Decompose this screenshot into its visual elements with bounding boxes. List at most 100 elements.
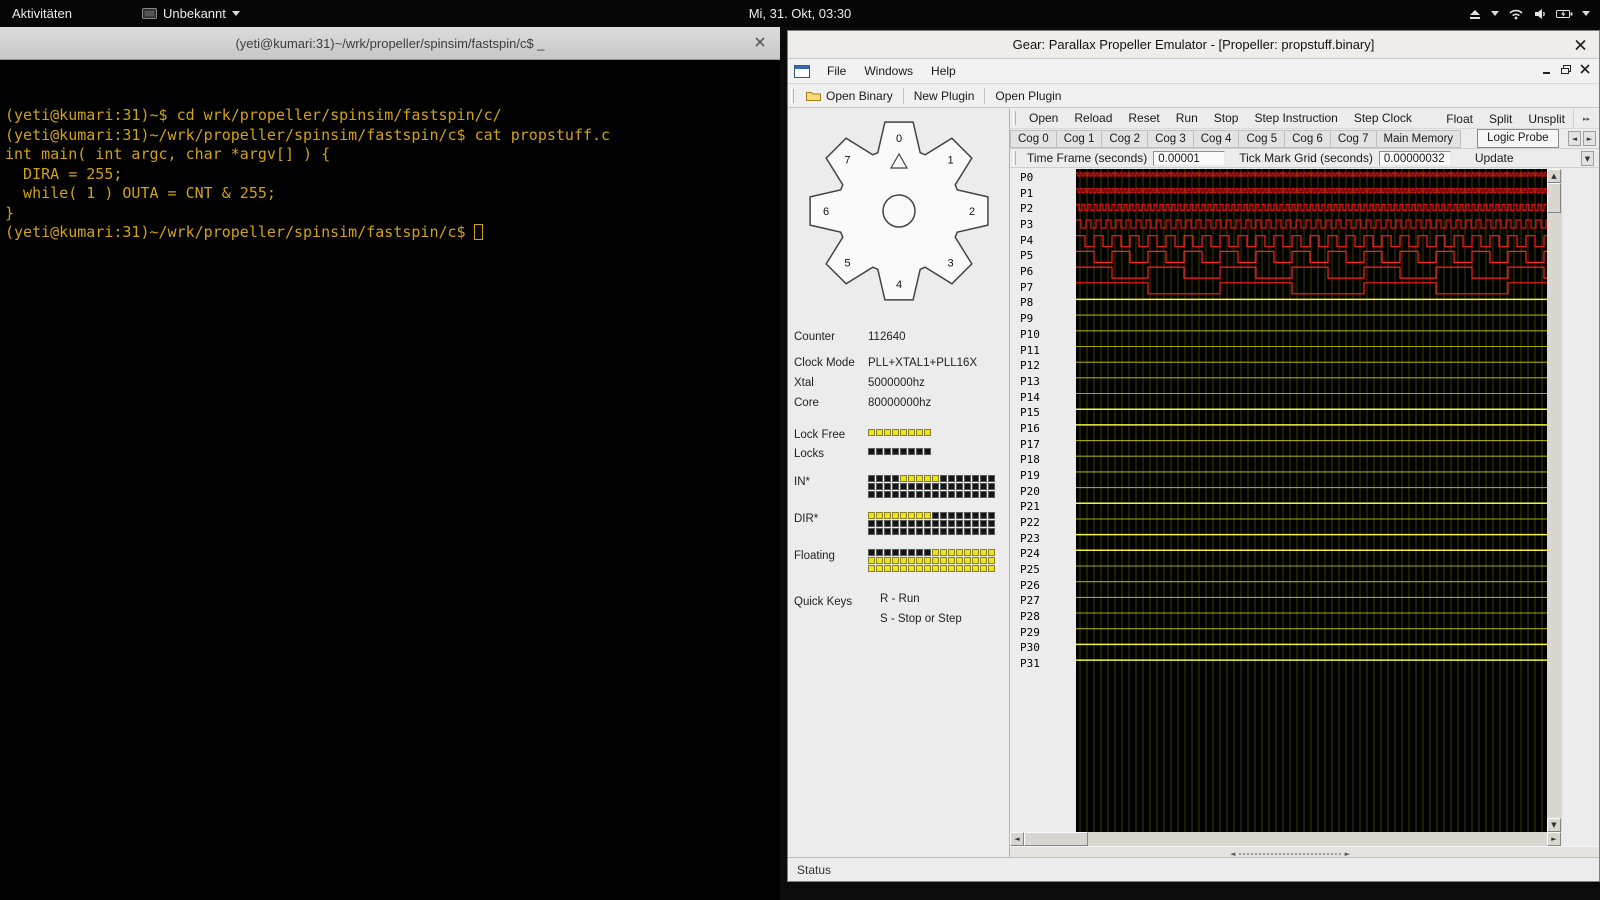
led <box>916 520 923 527</box>
time-frame-input[interactable]: 0.00001 <box>1153 151 1225 166</box>
led <box>972 549 979 556</box>
led <box>948 520 955 527</box>
button-split[interactable]: Split <box>1481 109 1520 129</box>
splitter-dots <box>1239 853 1340 855</box>
led <box>964 512 971 519</box>
led <box>956 475 963 482</box>
tab-cog-3[interactable]: Cog 3 <box>1147 130 1194 148</box>
led <box>884 429 891 436</box>
emulator-toolbar: OpenReloadResetRunStopStep InstructionSt… <box>1010 108 1599 129</box>
led <box>916 549 923 556</box>
waveform-canvas <box>1076 169 1547 832</box>
terminal-titlebar[interactable]: (yeti@kumari:31)~/wrk/propeller/spinsim/… <box>0 27 780 60</box>
toolbar-grip[interactable] <box>791 89 794 103</box>
led <box>868 491 875 498</box>
tab-main-memory[interactable]: Main Memory <box>1376 130 1462 148</box>
led <box>916 512 923 519</box>
led <box>892 491 899 498</box>
toolbar-grip[interactable] <box>1013 151 1016 165</box>
close-icon[interactable] <box>1579 64 1591 75</box>
scrollbar-thumb[interactable] <box>1024 832 1088 846</box>
led <box>916 448 923 455</box>
tick-mark-grid-input[interactable]: 0.00000032 <box>1379 151 1451 166</box>
close-icon[interactable] <box>753 35 767 49</box>
led <box>884 528 891 535</box>
toolbar-grip[interactable] <box>1013 111 1016 125</box>
system-tray[interactable] <box>1468 0 1590 27</box>
tab-cog-5[interactable]: Cog 5 <box>1238 130 1285 148</box>
led <box>916 491 923 498</box>
toolbar-open-binary[interactable]: Open Binary <box>799 86 900 106</box>
terminal-line: } <box>5 204 775 224</box>
pin-label: P19 <box>1020 469 1040 483</box>
pin-label: P6 <box>1020 265 1033 279</box>
activities-button[interactable]: Aktivitäten <box>12 6 72 21</box>
tab-cog-4[interactable]: Cog 4 <box>1193 130 1240 148</box>
status-bar: Status <box>788 857 1599 881</box>
time-frame-label: Time Frame (seconds) <box>1027 151 1147 165</box>
button-step-clock[interactable]: Step Clock <box>1346 108 1420 128</box>
toolbar-new-plugin[interactable]: New Plugin <box>907 86 982 106</box>
led <box>868 483 875 490</box>
led <box>916 429 923 436</box>
stat-label: Core <box>794 397 819 409</box>
terminal-title: (yeti@kumari:31)~/wrk/propeller/spinsim/… <box>235 36 544 51</box>
tab-scroll-left-icon[interactable]: ◄ <box>1568 131 1581 146</box>
led <box>908 491 915 498</box>
tab-cog-6[interactable]: Cog 6 <box>1284 130 1331 148</box>
close-icon[interactable] <box>1574 39 1587 51</box>
button-float[interactable]: Float <box>1438 109 1481 129</box>
toolbar-open-plugin[interactable]: Open Plugin <box>988 86 1068 106</box>
tab-scroll-right-icon[interactable]: ► <box>1583 131 1596 146</box>
pin-label: P23 <box>1020 532 1040 546</box>
button-run[interactable]: Run <box>1168 108 1206 128</box>
vertical-scrollbar[interactable]: ▲ ▼ <box>1547 169 1561 832</box>
stat-row: Counter112640 <box>788 328 1009 348</box>
scroll-left-icon[interactable]: ◄ <box>1010 832 1024 846</box>
pin-label: P4 <box>1020 234 1033 248</box>
scroll-up-icon[interactable]: ▲ <box>1547 169 1561 183</box>
led <box>868 475 875 482</box>
menu-windows[interactable]: Windows <box>855 60 922 82</box>
tab-logic-probe[interactable]: Logic Probe <box>1477 129 1558 148</box>
toolbar-overflow-chevron[interactable]: ▸▸ <box>1573 108 1599 129</box>
led <box>940 528 947 535</box>
horizontal-scrollbar[interactable]: ◄ ► <box>1010 832 1561 846</box>
led <box>940 491 947 498</box>
tab-cog-1[interactable]: Cog 1 <box>1056 130 1103 148</box>
minimize-icon[interactable] <box>1541 64 1553 75</box>
led <box>964 475 971 482</box>
button-unsplit[interactable]: Unsplit <box>1520 109 1573 129</box>
chevron-down-icon <box>1582 11 1590 16</box>
tab-cog-7[interactable]: Cog 7 <box>1330 130 1377 148</box>
update-button[interactable]: Update <box>1467 149 1522 167</box>
scroll-down-icon[interactable]: ▼ <box>1547 818 1561 832</box>
clock[interactable]: Mi, 31. Okt, 03:30 <box>0 6 1600 21</box>
tab-cog-0[interactable]: Cog 0 <box>1010 130 1057 148</box>
tab-cog-2[interactable]: Cog 2 <box>1101 130 1148 148</box>
scrollbar-thumb[interactable] <box>1547 183 1561 213</box>
menu-help[interactable]: Help <box>922 60 965 82</box>
terminal-line: DIRA = 255; <box>5 165 775 185</box>
button-step-instruction[interactable]: Step Instruction <box>1246 108 1345 128</box>
pin-label: P24 <box>1020 547 1040 561</box>
button-stop[interactable]: Stop <box>1206 108 1247 128</box>
button-reset[interactable]: Reset <box>1120 108 1167 128</box>
button-open[interactable]: Open <box>1021 108 1066 128</box>
pin-label: P26 <box>1020 579 1040 593</box>
gear-titlebar[interactable]: Gear: Parallax Propeller Emulator - [Pro… <box>788 31 1599 59</box>
led <box>876 429 883 436</box>
menu-file[interactable]: File <box>818 60 855 82</box>
led <box>924 557 931 564</box>
led <box>948 491 955 498</box>
app-menu[interactable]: Unbekannt <box>142 6 240 21</box>
restore-icon[interactable] <box>1560 64 1572 75</box>
led <box>900 491 907 498</box>
button-reload[interactable]: Reload <box>1066 108 1120 128</box>
led <box>884 549 891 556</box>
scroll-right-icon[interactable]: ► <box>1547 832 1561 846</box>
combo-dropdown-icon[interactable]: ▼ <box>1581 151 1594 166</box>
quick-keys-label: Quick Keys <box>794 596 852 608</box>
led <box>876 475 883 482</box>
terminal-line: (yeti@kumari:31)~$ cd wrk/propeller/spin… <box>5 106 775 126</box>
